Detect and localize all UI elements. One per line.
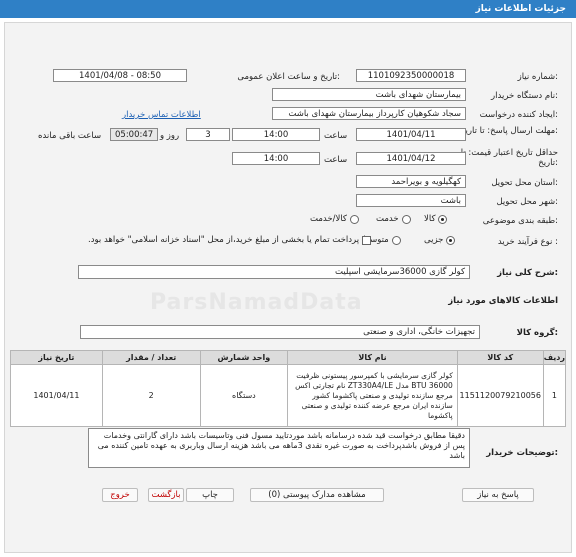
reply-button[interactable]: پاسخ به نیاز [462, 488, 534, 502]
cell-unit: دستگاه [199, 364, 289, 427]
details-panel [4, 22, 572, 553]
items-table: ردیف کد کالا نام کالا واحد شمارش تعداد /… [10, 350, 567, 427]
deadline-time-value: 14:00 [232, 128, 320, 141]
time-remaining-label: ساعت باقی مانده [38, 131, 102, 141]
announce-value: 1401/04/08 - 08:50 [53, 69, 187, 82]
exit-button[interactable]: خروج [102, 488, 138, 502]
city-value: باشت [356, 194, 466, 207]
goods-group-value: تجهیزات خانگی، اداری و صنعتی [80, 325, 480, 339]
col-header-row: ردیف [542, 350, 567, 365]
need-number-label: شماره نیاز: [517, 72, 558, 82]
col-header-code: کد کالا [456, 350, 544, 365]
buyer-notes-value: دقیقا مطابق درخواست قید شده درسامانه باش… [88, 428, 470, 468]
payment-treasury-checkbox[interactable] [362, 235, 372, 245]
category-goods-option[interactable]: کالا [424, 214, 448, 225]
category-service-option[interactable]: خدمت [376, 214, 411, 225]
back-button[interactable]: بازگشت [148, 488, 184, 502]
deadline-label: مهلت ارسال پاسخ: تا تاریخ: [460, 126, 558, 136]
summary-value: کولر گازی 36000سرمایشی اسپلیت [78, 265, 470, 279]
view-attachments-button[interactable]: مشاهده مدارک پیوستی (0) [250, 488, 384, 502]
buyer-name-label: نام دستگاه خریدار: [491, 91, 558, 101]
cell-code: 1151120079210056 [456, 364, 544, 427]
cell-qty: 2 [101, 364, 201, 427]
category-goods-service-option[interactable]: کالا/خدمت [310, 214, 359, 225]
city-label: شهر محل تحویل: [496, 197, 558, 207]
category-label: طبقه بندی موضوعی: [482, 216, 558, 226]
deadline-date-value: 1401/04/11 [356, 128, 466, 141]
days-label: روز و [160, 131, 180, 141]
buyer-name-value: بیمارستان شهدای باشت [272, 88, 466, 101]
process-label: نوع فرآیند خرید : [497, 237, 558, 247]
validity-time-value: 14:00 [232, 152, 320, 165]
col-header-date: تاریخ نیاز [10, 350, 103, 365]
category-goods-radio[interactable] [438, 214, 448, 224]
category-service-radio[interactable] [401, 214, 411, 224]
col-header-qty: تعداد / مقدار [101, 350, 201, 365]
province-value: کهگیلویه و بویراحمد [356, 175, 466, 188]
watermark: ParsNamadData [150, 290, 363, 315]
deadline-time-label: ساعت [324, 131, 348, 141]
cell-row: 1 [542, 364, 567, 427]
buyer-notes-label: توضیحات خریدار: [486, 448, 558, 458]
process-medium-radio[interactable] [391, 235, 401, 245]
requester-value: سجاد شکوهیان کارپرداز بیمارستان شهدای با… [272, 107, 466, 120]
process-partial-radio[interactable] [446, 235, 456, 245]
announce-label: تاریخ و ساعت اعلان عمومی: [237, 72, 340, 82]
process-partial-option[interactable]: جزیی [424, 235, 456, 246]
category-goods-service-radio[interactable] [349, 214, 359, 224]
table-row[interactable]: 1 1151120079210056 کولر گازی سرمایشی با … [10, 364, 567, 427]
need-number-value: 1101092350000018 [356, 69, 466, 82]
col-header-unit: واحد شمارش [199, 350, 289, 365]
cell-date: 1401/04/11 [10, 364, 103, 427]
page-header: جزئیات اطلاعات نیاز [0, 0, 576, 18]
payment-note-option[interactable]: پرداخت تمام یا بخشی از مبلغ خرید،از محل … [88, 235, 372, 246]
requester-label: ایجاد کننده درخواست: [479, 110, 558, 120]
validity-label: حداقل تاریخ اعتبار قیمت: تا تاریخ: [460, 148, 558, 168]
buyer-contact-link[interactable]: اطلاعات تماس خریدار [122, 110, 201, 120]
goods-group-label: گروه کالا: [516, 328, 558, 338]
validity-date-value: 1401/04/12 [356, 152, 466, 165]
time-remaining-value: 05:00:47 [110, 128, 158, 141]
cell-name: کولر گازی سرمایشی با کمپرسور پیستونی ظرف… [287, 364, 458, 427]
summary-label: شرح کلی نیاز: [497, 268, 558, 278]
table-header-row: ردیف کد کالا نام کالا واحد شمارش تعداد /… [10, 350, 567, 365]
days-remaining-value: 3 [186, 128, 230, 141]
validity-time-label: ساعت [324, 155, 348, 165]
print-button[interactable]: چاپ [186, 488, 234, 502]
goods-info-title: اطلاعات کالاهای مورد نیاز [448, 296, 558, 306]
province-label: استان محل تحویل: [491, 178, 558, 188]
page-title: جزئیات اطلاعات نیاز [475, 4, 566, 14]
col-header-name: نام کالا [287, 350, 458, 365]
